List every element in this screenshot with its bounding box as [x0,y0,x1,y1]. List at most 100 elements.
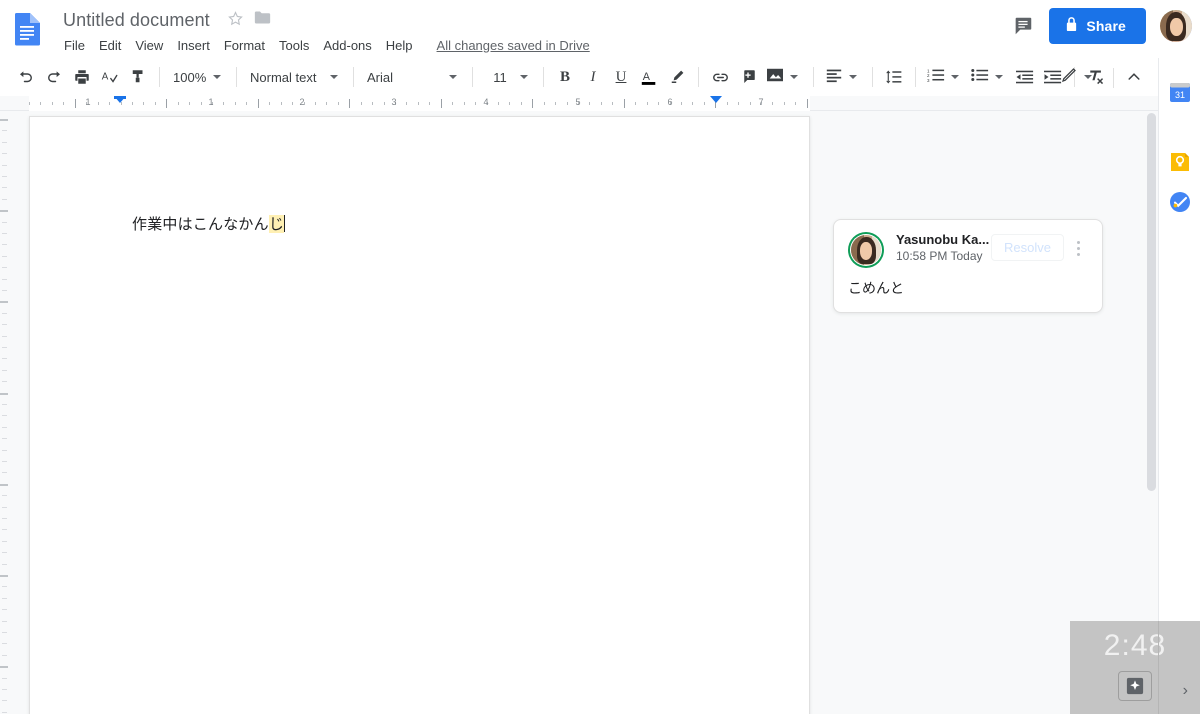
vruler-tick [2,256,7,257]
comment-icon[interactable] [1011,14,1035,38]
paragraph-style-value: Normal text [250,69,317,85]
bold-button[interactable]: B [551,63,579,91]
spellcheck-icon[interactable]: A [96,63,124,91]
menu-format[interactable]: Format [218,36,271,55]
expand-chevron-icon[interactable]: › [1183,682,1188,700]
menu-edit[interactable]: Edit [93,36,127,55]
left-indent-bar[interactable] [114,96,126,99]
avatar[interactable] [1160,10,1192,42]
decrease-indent-icon[interactable] [1011,63,1039,91]
vruler-tick [2,267,7,268]
meet-overlay[interactable]: 2:48 › [1070,621,1200,714]
paint-format-icon[interactable] [124,63,152,91]
tasks-icon[interactable] [1168,190,1192,214]
vruler-tick [2,233,7,234]
text-cursor [284,215,286,232]
keep-icon[interactable] [1168,150,1192,174]
insert-link-icon[interactable] [706,63,734,91]
vruler-tick [2,450,7,451]
menu-tools[interactable]: Tools [273,36,315,55]
numbered-list-selector[interactable]: 123 [923,63,967,91]
menu-insert[interactable]: Insert [171,36,216,55]
underline-button[interactable]: U [607,63,635,91]
line-spacing-icon[interactable] [880,63,908,91]
vruler-tick [2,324,7,325]
ruler-tick [281,102,282,105]
ruler-number: 2 [299,97,305,107]
toolbar-divider [1113,68,1114,88]
paragraph-style-selector[interactable]: Normal text [244,63,346,91]
ruler-tick [292,102,293,105]
share-button[interactable]: Share [1049,8,1146,44]
ruler-tick [223,102,224,105]
vruler-tick [2,347,7,348]
collapse-toolbar-icon[interactable] [1120,63,1148,91]
vruler-tick [2,176,7,177]
more-options-icon[interactable] [1068,241,1088,256]
calendar-icon[interactable]: 31 [1168,80,1192,104]
vruler-tick [2,689,7,690]
comment-card[interactable]: Yasunobu Ka... 10:58 PM Today Resolve こめ… [833,219,1103,313]
chevron-down-icon [449,75,457,79]
ruler-tick [63,102,64,105]
resolve-button[interactable]: Resolve [991,234,1064,261]
undo-icon[interactable] [12,63,40,91]
italic-button[interactable]: I [579,63,607,91]
ruler-tick [406,102,407,105]
ruler-tick-major [532,99,533,108]
vruler-tick [2,222,7,223]
add-comment-icon[interactable] [734,63,762,91]
document-body-text[interactable]: 作業中はこんなかんじ [132,213,286,234]
menu-view[interactable]: View [129,36,169,55]
vruler-tick-major [0,393,8,395]
zoom-selector[interactable]: 100% [167,63,229,91]
side-panel: 31 [1158,58,1200,714]
meet-divider [1158,621,1159,714]
ruler-tick [361,102,362,105]
vruler-tick-major [0,210,8,212]
redo-icon[interactable] [40,63,68,91]
google-docs-icon[interactable] [12,12,42,46]
ruler-tick-major [441,99,442,108]
font-size-selector[interactable]: 11 [480,63,536,91]
menu-help[interactable]: Help [380,36,419,55]
effects-sparkle-icon[interactable] [1118,671,1152,701]
right-indent-marker[interactable] [710,96,722,103]
numbered-list-icon: 123 [927,67,945,88]
ruler-number: 4 [483,97,489,107]
document-page[interactable]: 作業中はこんなかんじ [29,116,810,714]
vruler-tick [2,564,7,565]
vruler-tick [2,518,7,519]
vruler-tick [2,643,7,644]
horizontal-ruler[interactable]: 1 1 2 3 4 5 6 7 [0,96,1158,111]
highlight-pen-icon[interactable] [663,63,691,91]
print-icon[interactable] [68,63,96,91]
menu-file[interactable]: File [58,36,91,55]
comment-header: Yasunobu Ka... 10:58 PM Today Resolve [848,232,1088,268]
menu-add-ons[interactable]: Add-ons [317,36,377,55]
bulleted-list-selector[interactable] [967,63,1011,91]
insert-image-selector[interactable] [762,63,806,91]
ruler-tick [612,102,613,105]
comment-meta: Yasunobu Ka... 10:58 PM Today [896,232,991,265]
vruler-tick [2,586,7,587]
text-color-button[interactable]: A [635,63,663,91]
vruler-tick-major [0,301,8,303]
ruler-tick [704,102,705,105]
editing-mode-selector[interactable] [1056,63,1100,91]
align-selector[interactable] [821,63,865,91]
save-status[interactable]: All changes saved in Drive [437,38,590,53]
vruler-tick [2,438,7,439]
document-scroll-area[interactable]: 作業中はこんなかんじ Yasunobu Ka... 10:58 PM Today… [14,111,1144,714]
zoom-value: 100% [173,69,207,85]
vertical-ruler [0,111,14,714]
commenter-avatar[interactable] [848,232,884,268]
document-title[interactable]: Untitled document [58,7,215,34]
star-icon[interactable] [227,10,244,30]
folder-icon[interactable] [254,10,271,30]
vruler-tick [2,415,7,416]
ruler-tick [772,102,773,105]
font-family-selector[interactable]: Arial [361,63,465,91]
ruler-tick [464,102,465,105]
scrollbar-thumb[interactable] [1147,113,1156,491]
